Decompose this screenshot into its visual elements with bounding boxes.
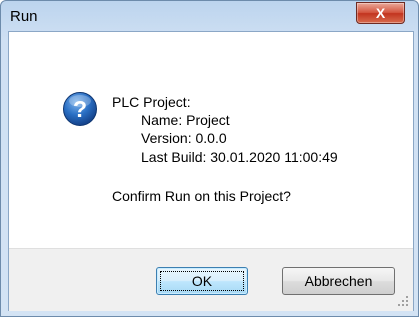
confirm-prompt: Confirm Run on this Project? [112,188,291,204]
message-area: ? PLC Project: Name: Project Version: 0.… [9,32,413,248]
dialog-title: Run [10,8,38,25]
title-bar[interactable]: Run X [1,1,418,31]
close-icon: X [375,5,386,21]
run-dialog: Run X ? PLC Project: Name: Project Versi… [0,0,419,317]
cancel-button-label: Abbrechen [304,273,373,289]
ok-button[interactable]: OK [156,267,248,295]
project-heading: PLC Project: [112,94,191,110]
resize-grip-icon[interactable] [397,295,409,307]
question-icon: ? [63,92,97,126]
dialog-body: ? PLC Project: Name: Project Version: 0.… [8,31,414,311]
cancel-button[interactable]: Abbrechen [282,267,395,295]
svg-text:?: ? [73,96,87,122]
project-version: Version: 0.0.0 [141,130,227,146]
project-name: Name: Project [141,112,230,128]
close-button[interactable]: X [356,2,405,24]
project-last-build: Last Build: 30.01.2020 11:00:49 [141,149,338,165]
focus-rectangle [160,271,244,291]
button-bar: OK Abbrechen [9,248,413,311]
